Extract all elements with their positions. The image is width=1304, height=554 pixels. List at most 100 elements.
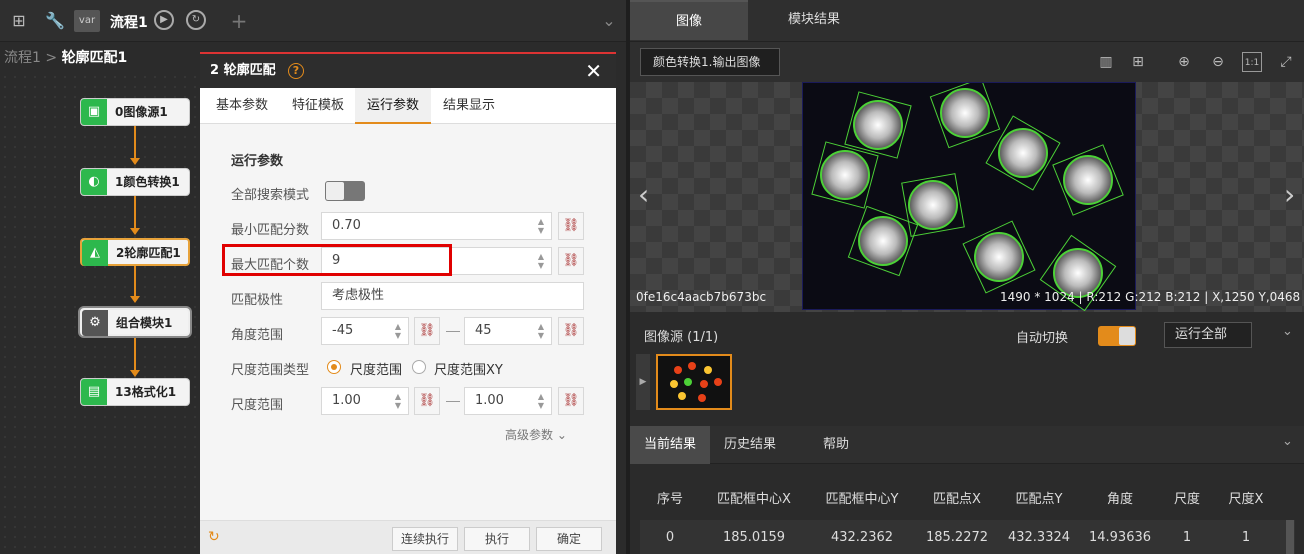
node-label: 组合模块1 xyxy=(116,316,173,330)
chevron-down-icon[interactable]: ⌄ xyxy=(1282,434,1293,449)
node-label: 1颜色转换1 xyxy=(115,175,180,189)
image-viewer[interactable]: ‹ › 0fe16c4aacb7b673bc 1490 * 1024 | R:2… xyxy=(630,77,1304,312)
refresh-icon[interactable]: ↻ xyxy=(208,529,220,545)
angle-min-input[interactable]: -45 ▲ ▼ xyxy=(321,317,409,345)
connector xyxy=(134,336,136,374)
expand-icon[interactable]: ▶ xyxy=(636,354,650,410)
wrench-icon[interactable]: 🔧 xyxy=(44,10,66,32)
dialog-title-bar[interactable]: 2 轮廓匹配 ? ✕ xyxy=(200,54,616,88)
node-label: 13格式化1 xyxy=(115,385,177,399)
tab-help[interactable]: 帮助 xyxy=(806,426,866,464)
hierarchy-icon[interactable]: ⊞ xyxy=(8,10,30,32)
table-scrollbar[interactable] xyxy=(1286,520,1294,554)
polarity-select[interactable]: 考虑极性 xyxy=(321,282,584,310)
min-score-input[interactable]: 0.70 ▲ ▼ xyxy=(321,212,552,240)
spinner-icon[interactable]: ▲ ▼ xyxy=(537,252,545,270)
match-result xyxy=(929,77,1001,149)
chevron-down-icon[interactable]: ⌄ xyxy=(598,10,620,32)
match-overlay xyxy=(811,77,1124,312)
tab-basic-params[interactable]: 基本参数 xyxy=(208,88,276,124)
breadcrumb-parent[interactable]: 流程1 xyxy=(4,50,41,66)
result-tabs: 当前结果 历史结果 帮助 ⌄ xyxy=(630,426,1304,464)
scale-max-input[interactable]: 1.00 ▲ ▼ xyxy=(464,387,552,415)
node-label: 0图像源1 xyxy=(115,105,168,119)
previous-image-icon[interactable]: ‹ xyxy=(638,178,649,211)
tab-image[interactable]: 图像 xyxy=(630,0,748,40)
flow-node-image-source[interactable]: ▣ 0图像源1 xyxy=(80,98,190,126)
angle-max-input[interactable]: 45 ▲ ▼ xyxy=(464,317,552,345)
link-icon[interactable]: ⛓ xyxy=(414,317,440,345)
run-loop-icon[interactable]: ↻ xyxy=(186,10,206,30)
spinner-icon[interactable]: ▲ ▼ xyxy=(537,217,545,235)
spinner-icon[interactable]: ▲ ▼ xyxy=(394,322,402,340)
connector-arrow xyxy=(130,296,140,303)
zoom-in-icon[interactable]: ⊕ xyxy=(1174,52,1194,72)
radio-scale-range-xy-label[interactable]: 尺度范围XY xyxy=(434,359,503,378)
polarity-label: 匹配极性 xyxy=(231,293,284,308)
fit-window-icon[interactable]: ⤢ xyxy=(1276,52,1296,72)
help-icon[interactable]: ? xyxy=(288,63,304,79)
ok-button[interactable]: 确定 xyxy=(536,527,602,551)
full-search-toggle[interactable] xyxy=(325,181,365,201)
actual-size-icon[interactable]: 1:1 xyxy=(1242,52,1262,72)
table-cell: 1 xyxy=(1182,530,1192,545)
link-icon[interactable]: ⛓ xyxy=(558,212,584,240)
flow-node-format[interactable]: ▤ 13格式化1 xyxy=(80,378,190,406)
add-flow-icon[interactable]: + xyxy=(228,10,250,32)
run-once-icon[interactable]: ▶ xyxy=(154,10,174,30)
connector-arrow xyxy=(130,158,140,165)
highlight-box xyxy=(222,244,452,276)
column-header: 尺度 xyxy=(1173,492,1200,507)
breadcrumb-separator: > xyxy=(40,50,62,66)
scale-min-input[interactable]: 1.00 ▲ ▼ xyxy=(321,387,409,415)
close-icon[interactable]: ✕ xyxy=(585,58,602,84)
next-image-icon[interactable]: › xyxy=(1284,178,1295,211)
tab-run-params[interactable]: 运行参数 xyxy=(355,88,431,124)
radio-scale-range-xy[interactable] xyxy=(412,360,426,374)
link-icon[interactable]: ⛓ xyxy=(558,387,584,415)
spinner-icon[interactable]: ▲ ▼ xyxy=(537,322,545,340)
spinner-icon[interactable]: ▲ ▼ xyxy=(537,392,545,410)
tab-result-display[interactable]: 结果显示 xyxy=(434,88,504,124)
var-icon[interactable]: var xyxy=(74,10,100,32)
auto-switch-toggle[interactable] xyxy=(1098,326,1136,346)
radio-scale-range[interactable] xyxy=(327,360,341,374)
min-score-label: 最小匹配分数 xyxy=(231,223,310,238)
link-icon[interactable]: ⛓ xyxy=(414,387,440,415)
grid-view-icon[interactable]: ⊞ xyxy=(1128,52,1148,72)
image-thumbnail[interactable] xyxy=(656,354,732,410)
pixel-r: R:212 xyxy=(1086,290,1122,304)
thumbnail-strip: ▶ xyxy=(630,350,1304,416)
flow-node-contour-match[interactable]: ◭ 2轮廓匹配1 xyxy=(80,238,190,266)
table-cell: 432.2362 xyxy=(830,530,894,545)
continuous-run-button[interactable]: 连续执行 xyxy=(392,527,458,551)
flow-node-color-convert[interactable]: ◐ 1颜色转换1 xyxy=(80,168,190,196)
radio-scale-range-label[interactable]: 尺度范围 xyxy=(350,359,402,378)
link-icon[interactable]: ⛓ xyxy=(558,317,584,345)
run-all-select[interactable]: 运行全部 xyxy=(1164,322,1252,348)
single-view-icon[interactable]: ▥ xyxy=(1096,52,1116,72)
column-header: 匹配框中心X xyxy=(717,492,791,507)
range-dash xyxy=(446,401,460,402)
right-tabs: 图像 模块结果 xyxy=(630,0,1304,42)
tab-module-results[interactable]: 模块结果 xyxy=(750,0,878,40)
angle-max-value: 45 xyxy=(475,323,492,338)
link-icon[interactable]: ⛓ xyxy=(558,247,584,275)
tab-feature-template[interactable]: 特征模板 xyxy=(284,88,352,124)
format-icon: ▤ xyxy=(81,379,107,405)
column-header: 匹配框中心Y xyxy=(825,492,899,507)
advanced-params-toggle[interactable]: 高级参数 ⌄ xyxy=(505,426,567,443)
run-button[interactable]: 执行 xyxy=(464,527,530,551)
tab-history-result[interactable]: 历史结果 xyxy=(712,426,788,464)
flow-node-group-module[interactable]: ⚙ 组合模块1 xyxy=(80,308,190,336)
image-source-select[interactable]: 颜色转换1.输出图像 xyxy=(640,48,780,76)
zoom-out-icon[interactable]: ⊖ xyxy=(1208,52,1228,72)
tab-current-result[interactable]: 当前结果 xyxy=(630,426,710,464)
auto-switch-label: 自动切换 xyxy=(1016,331,1069,346)
flow-tab[interactable]: 流程1 xyxy=(110,12,148,32)
spinner-icon[interactable]: ▲ ▼ xyxy=(394,392,402,410)
chevron-down-icon[interactable]: ⌄ xyxy=(1282,324,1293,339)
image-icon: ▣ xyxy=(81,99,107,125)
flow-canvas[interactable]: ▣ 0图像源1 ◐ 1颜色转换1 ◭ 2轮廓匹配1 ⚙ 组合模块1 ▤ 13格式化1 xyxy=(0,72,200,554)
wrench-icon: ⚙ xyxy=(82,310,108,336)
